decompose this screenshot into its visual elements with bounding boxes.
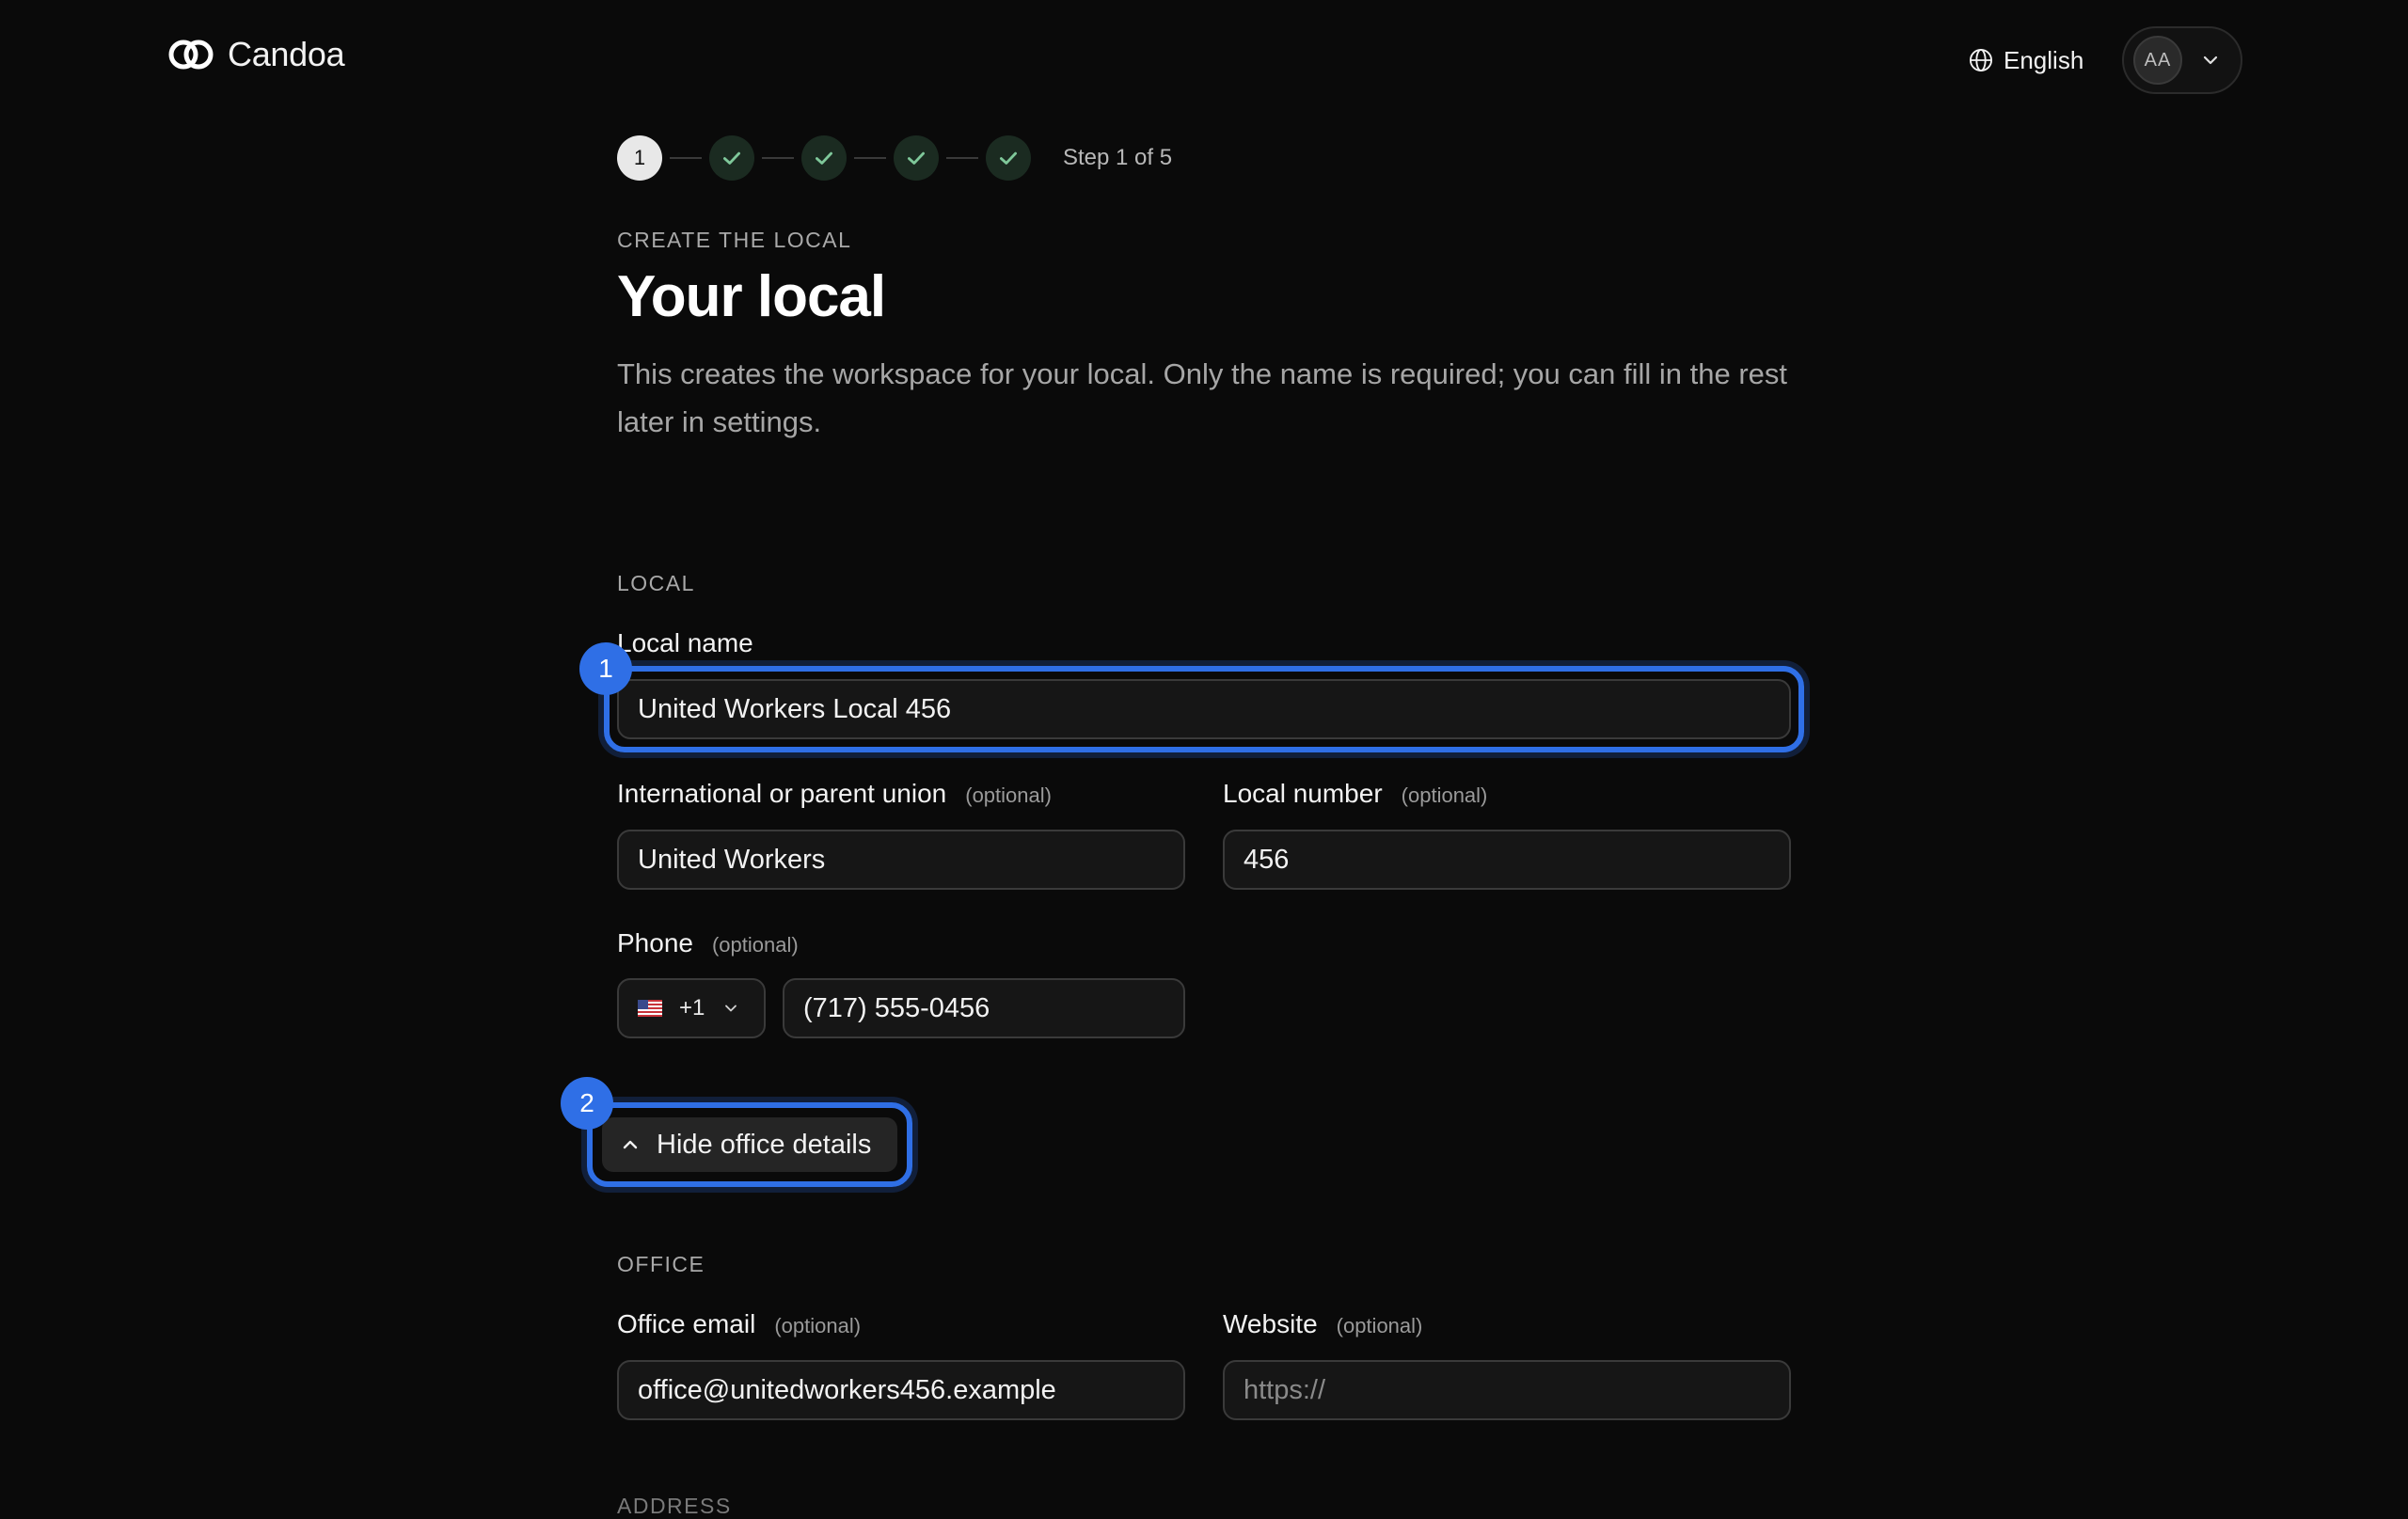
section-label-address: ADDRESS — [617, 1494, 732, 1518]
chevron-up-icon — [623, 1140, 638, 1149]
hide-office-details-label: Hide office details — [657, 1129, 872, 1160]
page-title: Your local — [617, 264, 886, 329]
local-number-input[interactable] — [1223, 830, 1791, 890]
step-connector — [670, 157, 702, 159]
local-number-label-text: Local number — [1223, 779, 1383, 808]
parent-union-input[interactable] — [617, 830, 1185, 890]
local-name-label-text: Local name — [617, 628, 753, 657]
hide-office-details-button[interactable]: Hide office details — [602, 1117, 897, 1172]
check-icon — [723, 151, 740, 165]
page-eyebrow: CREATE THE LOCAL — [617, 228, 852, 252]
step-connector — [854, 157, 886, 159]
step-5-complete — [986, 135, 1031, 181]
check-icon — [908, 151, 925, 165]
website-input[interactable] — [1223, 1360, 1791, 1420]
chevron-down-icon — [2203, 55, 2218, 65]
us-flag-icon — [638, 1000, 662, 1017]
office-email-optional: (optional) — [774, 1314, 862, 1337]
avatar: AA — [2133, 36, 2182, 85]
globe-icon — [1969, 48, 1993, 72]
parent-union-label-text: International or parent union — [617, 779, 947, 808]
candoa-logo-icon — [168, 40, 214, 70]
phone-optional: (optional) — [711, 933, 799, 957]
website-label: Website (optional) — [1223, 1309, 1422, 1339]
language-selector[interactable]: English — [1968, 41, 2083, 79]
top-bar: Candoa English AA — [0, 0, 2408, 113]
office-email-label-text: Office email — [617, 1309, 756, 1338]
office-email-input[interactable] — [617, 1360, 1185, 1420]
phone-label: Phone (optional) — [617, 928, 799, 958]
language-label: English — [2004, 45, 2084, 74]
chevron-down-icon — [725, 1005, 737, 1012]
office-email-label: Office email (optional) — [617, 1309, 861, 1339]
brand[interactable]: Candoa — [167, 34, 345, 75]
step-4-complete — [894, 135, 939, 181]
section-label-local: LOCAL — [617, 571, 695, 595]
progress-stepper: 1 Step 1 of 5 — [617, 135, 1172, 181]
step-connector — [762, 157, 794, 159]
parent-union-label: International or parent union (optional) — [617, 779, 1052, 809]
account-menu-button[interactable]: AA — [2122, 26, 2242, 94]
check-icon — [1000, 151, 1017, 165]
phone-label-text: Phone — [617, 928, 693, 957]
step-connector — [946, 157, 978, 159]
step-count-label: Step 1 of 5 — [1063, 145, 1173, 170]
country-code-select[interactable]: +1 — [617, 978, 766, 1038]
annotation-badge-2: 2 — [561, 1077, 613, 1130]
step-2-complete — [709, 135, 754, 181]
section-label-office: OFFICE — [617, 1252, 705, 1276]
check-icon — [816, 151, 832, 165]
step-1-current: 1 — [617, 135, 662, 181]
brand-name: Candoa — [228, 35, 345, 73]
local-number-optional: (optional) — [1401, 783, 1488, 807]
local-number-label: Local number (optional) — [1223, 779, 1487, 809]
website-optional: (optional) — [1336, 1314, 1423, 1337]
phone-number-input[interactable] — [783, 978, 1185, 1038]
annotation-badge-1: 1 — [579, 642, 632, 695]
parent-union-optional: (optional) — [965, 783, 1052, 807]
website-label-text: Website — [1223, 1309, 1318, 1338]
page-description: This creates the workspace for your loca… — [617, 357, 1788, 438]
local-name-label: Local name — [617, 628, 753, 658]
local-name-input[interactable] — [617, 679, 1791, 739]
country-code-value: +1 — [679, 995, 705, 1021]
step-3-complete — [801, 135, 847, 181]
